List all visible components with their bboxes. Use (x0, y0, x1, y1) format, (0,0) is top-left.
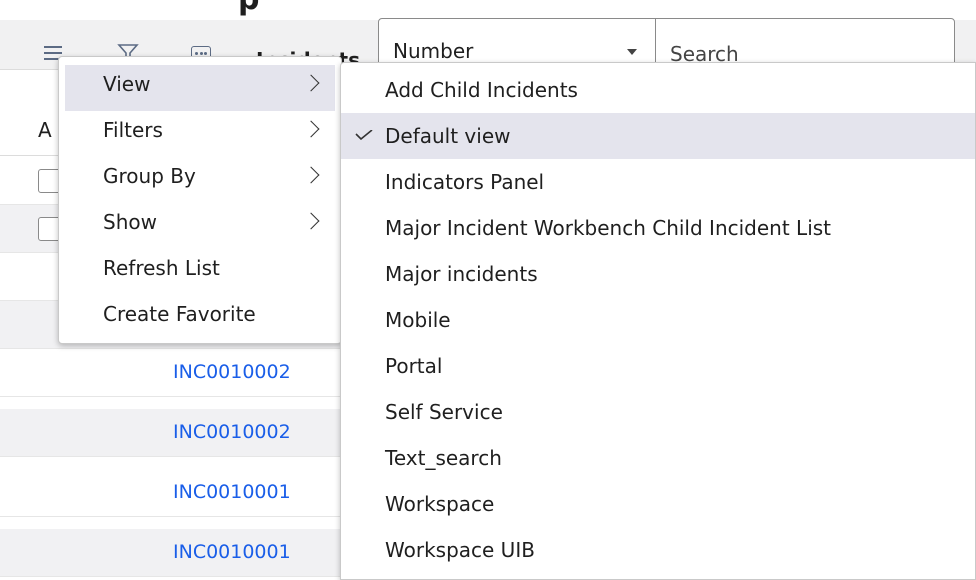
search-field-select-value: Number (393, 39, 474, 63)
incident-number-link[interactable]: INC0010002 (173, 361, 291, 383)
chevron-right-icon (302, 120, 320, 138)
menu-item-show[interactable]: Show (65, 203, 335, 249)
chevron-right-icon (302, 166, 320, 184)
view-submenu: Add Child Incidents Default view Indicat… (340, 62, 976, 580)
view-option-label: Major incidents (385, 262, 538, 286)
view-option-mobile[interactable]: Mobile (341, 297, 975, 343)
view-option-self-service[interactable]: Self Service (341, 389, 975, 435)
menu-item-label: Refresh List (103, 256, 220, 280)
column-header[interactable]: A (38, 118, 52, 142)
caret-down-icon (627, 49, 637, 55)
view-option-label: Workspace UIB (385, 538, 535, 562)
page-title-bar: p (0, 0, 976, 20)
menu-item-group-by[interactable]: Group By (65, 157, 335, 203)
menu-item-label: Filters (103, 118, 163, 142)
view-option-label: Portal (385, 354, 443, 378)
view-option-major-incidents[interactable]: Major incidents (341, 251, 975, 297)
chevron-right-icon (302, 74, 320, 92)
incident-number-link[interactable]: INC0010002 (173, 421, 291, 443)
view-option-label: Text_search (385, 446, 502, 470)
view-option-workspace-uib[interactable]: Workspace UIB (341, 527, 975, 573)
view-option-label: Workspace (385, 492, 495, 516)
menu-item-label: Show (103, 210, 157, 234)
view-option-label: Major Incident Workbench Child Incident … (385, 216, 832, 240)
view-option-workspace[interactable]: Workspace (341, 481, 975, 527)
view-option-major-incident-workbench[interactable]: Major Incident Workbench Child Incident … (341, 205, 975, 251)
page-title-fragment: p (238, 0, 259, 17)
view-option-indicators-panel[interactable]: Indicators Panel (341, 159, 975, 205)
incident-number-link[interactable]: INC0010001 (173, 481, 291, 503)
view-option-portal[interactable]: Portal (341, 343, 975, 389)
menu-item-label: Group By (103, 164, 196, 188)
view-option-label: Self Service (385, 400, 503, 424)
check-icon (355, 130, 373, 140)
view-option-label: Default view (385, 124, 511, 148)
menu-item-label: Create Favorite (103, 302, 256, 326)
menu-item-create-favorite[interactable]: Create Favorite (65, 295, 335, 341)
menu-item-refresh-list[interactable]: Refresh List (65, 249, 335, 295)
menu-item-view[interactable]: View (65, 65, 335, 111)
incident-number-link[interactable]: INC0010001 (173, 541, 291, 563)
menu-item-label: View (103, 72, 151, 96)
view-option-label: Indicators Panel (385, 170, 545, 194)
view-option-text-search[interactable]: Text_search (341, 435, 975, 481)
view-option-add-child-incidents[interactable]: Add Child Incidents (341, 67, 975, 113)
chevron-right-icon (302, 212, 320, 230)
list-context-menu: View Filters Group By Show Refresh List … (58, 56, 342, 344)
view-option-label: Add Child Incidents (385, 78, 578, 102)
view-option-default-view[interactable]: Default view (341, 113, 975, 159)
menu-item-filters[interactable]: Filters (65, 111, 335, 157)
view-option-label: Mobile (385, 308, 451, 332)
